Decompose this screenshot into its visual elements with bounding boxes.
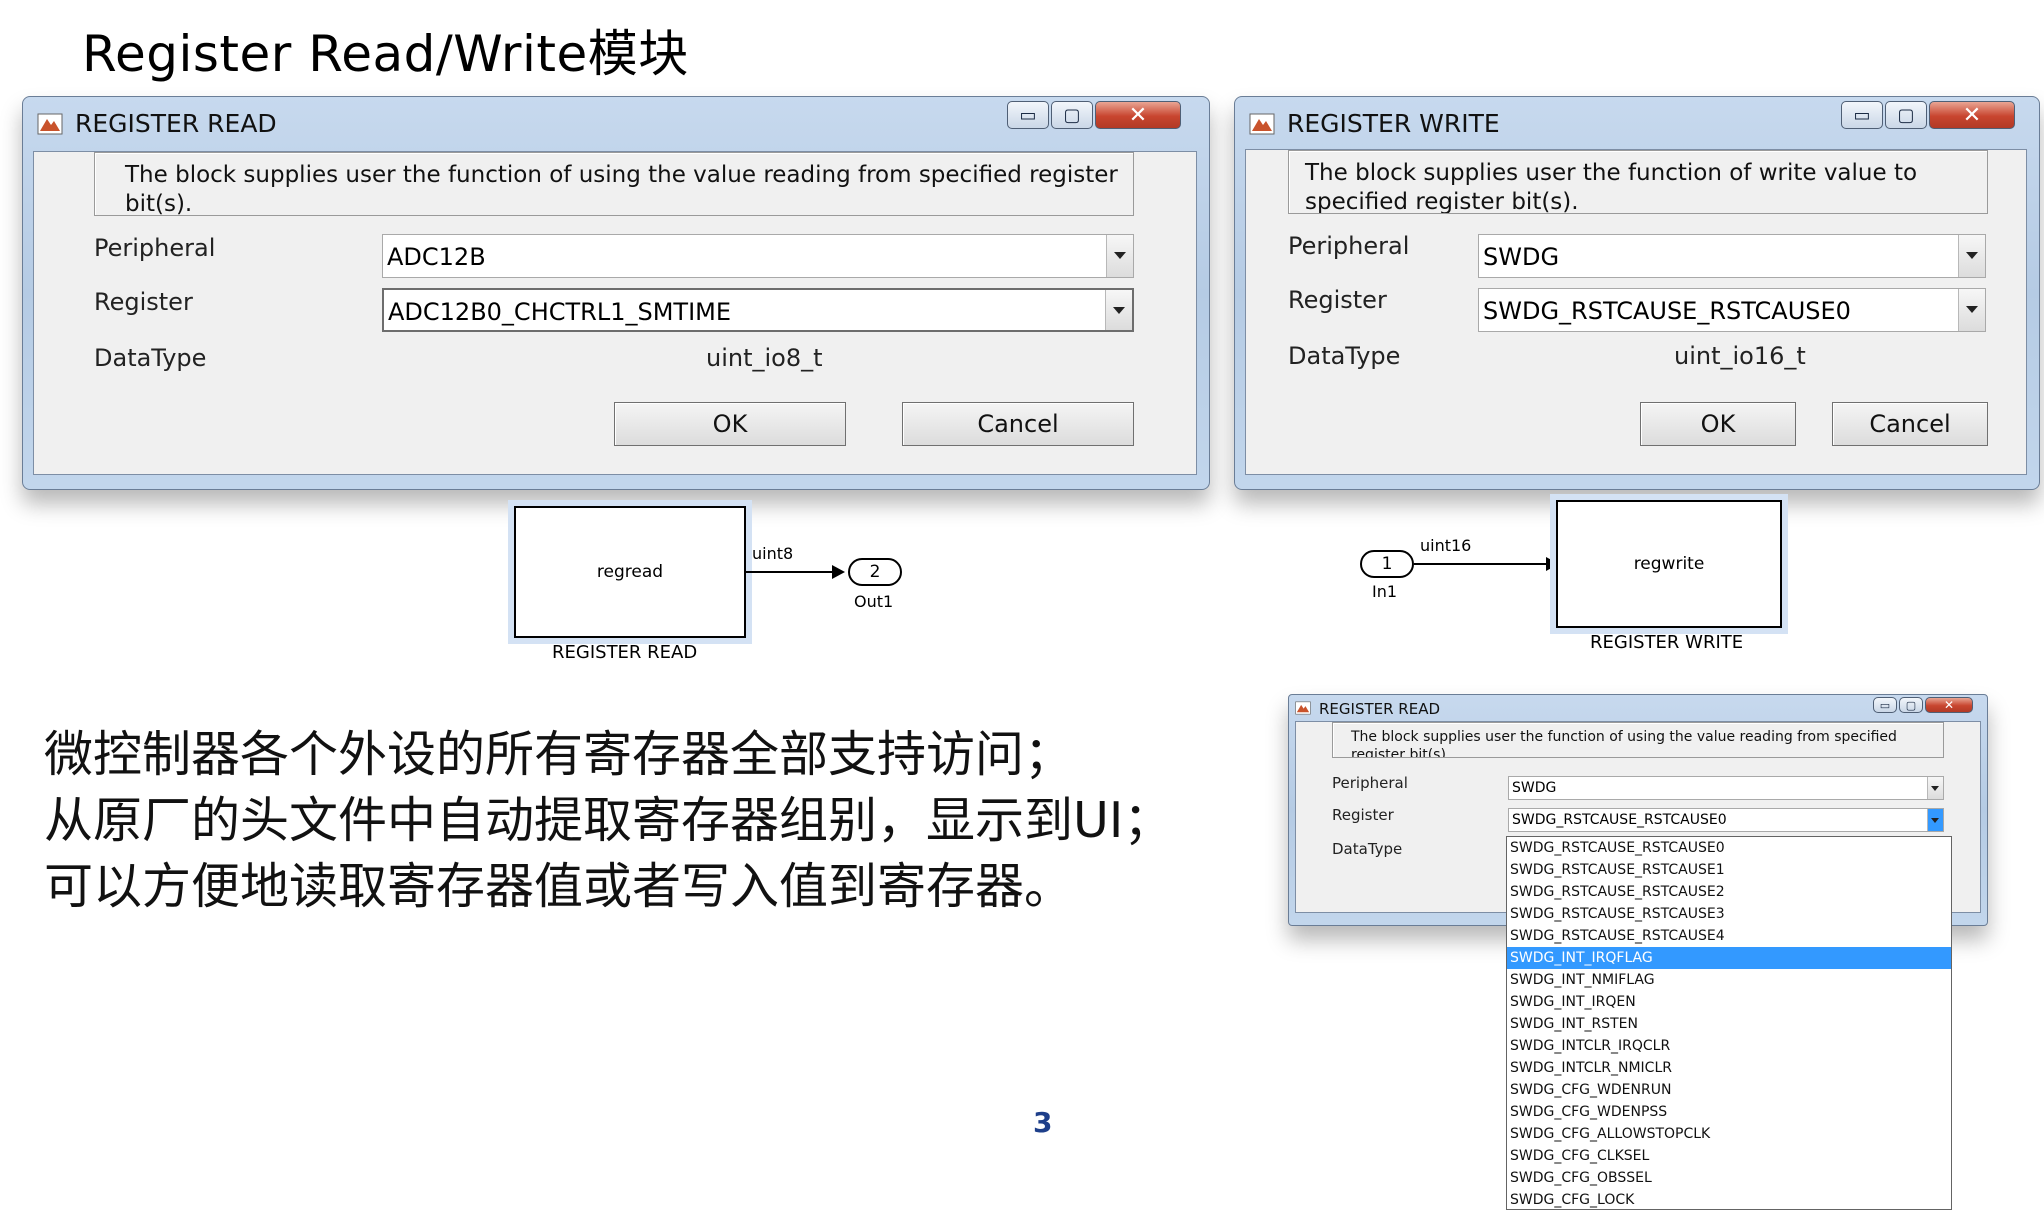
dialog-title: REGISTER READ xyxy=(75,109,277,138)
dropdown-option[interactable]: SWDG_INT_NMIFLAG xyxy=(1507,969,1951,991)
register-value: ADC12B0_CHCTRL1_SMTIME xyxy=(388,298,732,326)
dropdown-option[interactable]: SWDG_RSTCAUSE_RSTCAUSE0 xyxy=(1507,837,1951,859)
dropdown-option[interactable]: SWDG_INT_IRQEN xyxy=(1507,991,1951,1013)
chevron-down-icon[interactable] xyxy=(1106,235,1133,277)
slide-title: Register Read/Write模块 xyxy=(82,25,689,83)
cancel-button[interactable]: Cancel xyxy=(902,402,1134,446)
title-bar[interactable]: REGISTER READ ▭ ▢ ✕ xyxy=(1289,695,1987,721)
chevron-down-icon[interactable] xyxy=(1105,290,1132,330)
register-label: Register xyxy=(1288,286,1387,314)
register-read-block-label: REGISTER READ xyxy=(552,642,698,663)
register-select[interactable]: SWDG_RSTCAUSE_RSTCAUSE0 xyxy=(1508,808,1944,832)
dropdown-option[interactable]: SWDG_CFG_CLKSEL xyxy=(1507,1145,1951,1167)
datatype-label: DataType xyxy=(94,344,207,372)
peripheral-label: Peripheral xyxy=(94,234,216,262)
datatype-value: uint_io8_t xyxy=(706,344,823,372)
register-write-dialog: REGISTER WRITE ▭ ▢ ✕ The block supplies … xyxy=(1234,96,2040,490)
chevron-down-icon[interactable] xyxy=(1958,289,1985,331)
dropdown-option[interactable]: SWDG_RSTCAUSE_RSTCAUSE1 xyxy=(1507,859,1951,881)
datatype-value: uint_io16_t xyxy=(1674,342,1806,370)
register-write-block-label: REGISTER WRITE xyxy=(1590,632,1744,653)
dialog-body: The block supplies user the function of … xyxy=(1245,149,2027,475)
dropdown-option[interactable]: SWDG_INT_RSTEN xyxy=(1507,1013,1951,1035)
close-button[interactable]: ✕ xyxy=(1929,101,2015,129)
bullet-line-3: 可以方便地读取寄存器值或者写入值到寄存器。 xyxy=(44,858,1074,915)
signal-line xyxy=(746,571,832,573)
register-read-dialog: REGISTER READ ▭ ▢ ✕ The block supplies u… xyxy=(22,96,1210,490)
dropdown-option[interactable]: SWDG_CFG_OBSSEL xyxy=(1507,1167,1951,1189)
inport-label: In1 xyxy=(1372,582,1398,601)
register-dropdown-list[interactable]: SWDG_RSTCAUSE_RSTCAUSE0 SWDG_RSTCAUSE_RST… xyxy=(1506,836,1952,1210)
peripheral-value: SWDG xyxy=(1512,780,1557,796)
peripheral-value: SWDG xyxy=(1483,243,1560,271)
dropdown-option[interactable]: SWDG_CFG_LOCK xyxy=(1507,1189,1951,1211)
minimize-button[interactable]: ▭ xyxy=(1007,101,1049,129)
register-label: Register xyxy=(94,288,193,316)
description-box: The block supplies user the function of … xyxy=(1288,150,1988,214)
dropdown-option[interactable]: SWDG_INTCLR_IRQCLR xyxy=(1507,1035,1951,1057)
outport-label: Out1 xyxy=(854,592,894,611)
register-select[interactable]: ADC12B0_CHCTRL1_SMTIME xyxy=(382,288,1134,332)
maximize-button[interactable]: ▢ xyxy=(1051,101,1093,129)
register-label: Register xyxy=(1332,806,1394,824)
dropdown-option[interactable]: SWDG_RSTCAUSE_RSTCAUSE4 xyxy=(1507,925,1951,947)
dropdown-option[interactable]: SWDG_CFG_WDENPSS xyxy=(1507,1101,1951,1123)
peripheral-label: Peripheral xyxy=(1332,774,1408,792)
ok-button[interactable]: OK xyxy=(614,402,846,446)
inport-block[interactable]: 1 xyxy=(1360,550,1414,578)
datatype-label: DataType xyxy=(1288,342,1401,370)
matlab-icon xyxy=(37,113,63,135)
ok-button[interactable]: OK xyxy=(1640,402,1796,446)
description-box: The block supplies user the function of … xyxy=(94,152,1134,216)
block-text: regread xyxy=(596,562,664,582)
register-read-block[interactable]: regread xyxy=(514,506,746,638)
signal-line xyxy=(1414,563,1552,565)
minimize-button[interactable]: ▭ xyxy=(1841,101,1883,129)
dialog-title: REGISTER WRITE xyxy=(1287,109,1500,138)
bullet-line-1: 微控制器各个外设的所有寄存器全部支持访问； xyxy=(44,726,1074,783)
signal-type-label: uint8 xyxy=(752,544,794,563)
title-bar[interactable]: REGISTER WRITE ▭ ▢ ✕ xyxy=(1235,97,2039,149)
maximize-button[interactable]: ▢ xyxy=(1885,101,1927,129)
register-value: SWDG_RSTCAUSE_RSTCAUSE0 xyxy=(1483,297,1851,325)
dropdown-option[interactable]: SWDG_RSTCAUSE_RSTCAUSE2 xyxy=(1507,881,1951,903)
dropdown-option[interactable]: SWDG_INT_IRQFLAG xyxy=(1507,947,1951,969)
bullet-line-2: 从原厂的头文件中自动提取寄存器组别，显示到UI； xyxy=(44,792,1173,849)
close-button[interactable]: ✕ xyxy=(1095,101,1181,129)
minimize-button[interactable]: ▭ xyxy=(1873,697,1897,713)
description-box: The block supplies user the function of … xyxy=(1332,722,1944,758)
dropdown-option[interactable]: SWDG_INTCLR_NMICLR xyxy=(1507,1057,1951,1079)
matlab-icon xyxy=(1295,701,1311,715)
dropdown-option[interactable]: SWDG_RSTCAUSE_RSTCAUSE3 xyxy=(1507,903,1951,925)
register-value: SWDG_RSTCAUSE_RSTCAUSE0 xyxy=(1512,812,1727,828)
maximize-button[interactable]: ▢ xyxy=(1899,697,1923,713)
cancel-button[interactable]: Cancel xyxy=(1832,402,1988,446)
chevron-down-icon[interactable] xyxy=(1927,809,1943,831)
signal-type-label: uint16 xyxy=(1420,536,1472,555)
chevron-down-icon[interactable] xyxy=(1958,235,1985,277)
chevron-down-icon[interactable] xyxy=(1927,777,1943,799)
peripheral-value: ADC12B xyxy=(387,243,486,271)
peripheral-select[interactable]: SWDG xyxy=(1508,776,1944,800)
dialog-body: The block supplies user the function of … xyxy=(33,151,1197,475)
block-text: regwrite xyxy=(1633,554,1705,574)
title-bar[interactable]: REGISTER READ ▭ ▢ ✕ xyxy=(23,97,1209,149)
matlab-icon xyxy=(1249,113,1275,135)
dialog-title: REGISTER READ xyxy=(1319,700,1441,718)
register-write-block[interactable]: regwrite xyxy=(1556,500,1782,628)
datatype-label: DataType xyxy=(1332,840,1403,858)
arrow-icon xyxy=(832,565,845,579)
peripheral-select[interactable]: ADC12B xyxy=(382,234,1134,278)
outport-block[interactable]: 2 xyxy=(848,558,902,586)
dropdown-option[interactable]: SWDG_CFG_ALLOWSTOPCLK xyxy=(1507,1123,1951,1145)
peripheral-select[interactable]: SWDG xyxy=(1478,234,1986,278)
close-button[interactable]: ✕ xyxy=(1925,697,1973,713)
page-number: 3 xyxy=(1033,1106,1053,1139)
dropdown-option[interactable]: SWDG_CFG_WDENRUN xyxy=(1507,1079,1951,1101)
peripheral-label: Peripheral xyxy=(1288,232,1410,260)
register-select[interactable]: SWDG_RSTCAUSE_RSTCAUSE0 xyxy=(1478,288,1986,332)
